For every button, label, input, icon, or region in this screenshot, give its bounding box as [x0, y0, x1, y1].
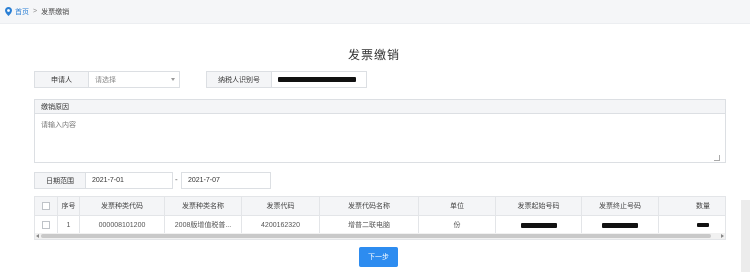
page-vertical-scrollbar[interactable]: [741, 200, 750, 272]
header-start-number: 发票起始号码: [496, 197, 582, 215]
header-unit: 单位: [419, 197, 496, 215]
invoice-table: 序号 发票种类代码 发票种类名称 发票代码 发票代码名称 单位 发票起始号码 发…: [34, 196, 726, 240]
table-row[interactable]: 1 000008101200 2008版增值税普... 4200162320 增…: [35, 216, 725, 234]
table-horizontal-scrollbar[interactable]: [35, 233, 725, 239]
reason-label: 缴销原因: [34, 99, 726, 114]
start-number-redacted: [520, 222, 557, 228]
date-range-separator: -: [175, 175, 178, 184]
reason-textarea[interactable]: [34, 113, 726, 163]
date-start-input[interactable]: 2021-7-01: [85, 172, 173, 189]
scrollbar-thumb[interactable]: [41, 234, 711, 238]
chevron-down-icon: [171, 78, 175, 81]
cell-kind-name: 2008版增值税普...: [165, 216, 242, 234]
breadcrumb-home-link[interactable]: 首页: [15, 7, 29, 17]
date-range-label: 日期范围: [34, 172, 86, 189]
header-quantity: 数量: [696, 203, 710, 210]
table-header-row: 序号 发票种类代码 发票种类名称 发票代码 发票代码名称 单位 发票起始号码 发…: [35, 197, 725, 216]
cell-kind-code: 000008101200: [80, 216, 165, 234]
select-all-checkbox[interactable]: [42, 202, 50, 210]
applicant-select-placeholder: 请选择: [95, 76, 116, 84]
date-end-input[interactable]: 2021-7-07: [181, 172, 271, 189]
breadcrumb-current: 发票缴销: [41, 8, 70, 16]
header-invoice-code: 发票代码: [242, 197, 320, 215]
taxpayer-id-label: 纳税人识别号: [206, 71, 272, 88]
next-step-button[interactable]: 下一步: [359, 247, 398, 267]
cell-code-name: 增普二联电脑: [320, 216, 419, 234]
breadcrumb-bar: 首页 > 发票缴销: [0, 0, 750, 24]
row-checkbox[interactable]: [42, 221, 50, 229]
textarea-resize-handle[interactable]: [714, 155, 720, 161]
cell-unit: 份: [419, 216, 496, 234]
cell-index: 1: [58, 216, 80, 234]
invoice-cancel-panel: 发票缴销 申请人 请选择 纳税人识别号 缴销原因 日期范围 2021-7-01 …: [22, 24, 726, 272]
select-all-cell: [35, 197, 58, 215]
header-index: 序号: [58, 197, 80, 215]
scroll-left-arrow-icon[interactable]: [36, 234, 39, 238]
cell-start-number: [496, 216, 582, 234]
page-title: 发票缴销: [347, 48, 400, 62]
taxpayer-id-field[interactable]: [271, 71, 367, 88]
header-kind-name: 发票种类名称: [165, 197, 242, 215]
cell-invoice-code: 4200162320: [242, 216, 320, 234]
taxpayer-id-redacted: [278, 77, 356, 82]
applicant-label: 申请人: [34, 71, 89, 88]
breadcrumb-separator: >: [33, 8, 38, 15]
header-end-number: 发票终止号码: [582, 197, 659, 215]
quantity-redacted: [697, 223, 709, 227]
cell-quantity: [659, 216, 725, 234]
row-select-cell: [35, 216, 58, 234]
header-code-name: 发票代码名称: [320, 197, 419, 215]
cell-end-number: [582, 216, 659, 234]
scroll-right-arrow-icon[interactable]: [721, 234, 724, 238]
end-number-redacted: [602, 222, 638, 228]
applicant-select[interactable]: 请选择: [88, 71, 180, 88]
header-kind-code: 发票种类代码: [80, 197, 165, 215]
location-pin-icon: [5, 7, 12, 16]
